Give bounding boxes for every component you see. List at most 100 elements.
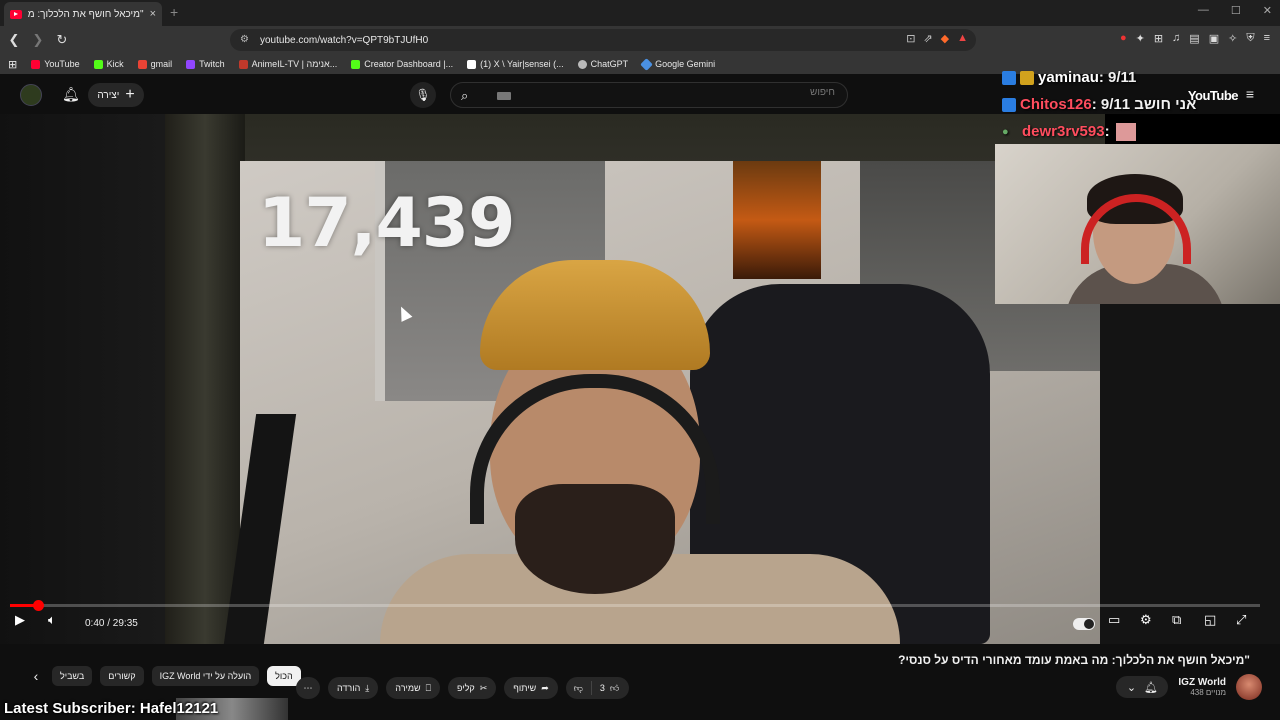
channel-avatar[interactable]: [1236, 674, 1262, 700]
create-button[interactable]: יצירה +: [88, 83, 144, 107]
clip-button[interactable]: קליפ ✂: [448, 677, 497, 699]
browser-toolbar: ❮ ❯ ↻ ⎕ ⚙ youtube.com/watch?v=QPT9bTJUfH…: [0, 26, 1280, 54]
menu-icon[interactable]: ≡: [1264, 32, 1270, 45]
maximize-button[interactable]: ☐: [1231, 4, 1241, 17]
search-input[interactable]: [535, 87, 835, 98]
apps-icon[interactable]: ⊞: [8, 58, 17, 71]
bookmark-gmail[interactable]: gmail: [137, 59, 172, 69]
share-icon[interactable]: ⇗: [923, 32, 932, 45]
notifications-bell-icon[interactable]: 🔔︎: [62, 86, 80, 103]
close-window-button[interactable]: ✕: [1263, 4, 1272, 17]
latest-subscriber-overlay: Latest Subscriber: Hafel12121: [4, 700, 219, 717]
chat-user: dewr3rv593: [1022, 123, 1105, 140]
vpn-icon[interactable]: ⛨: [1246, 32, 1254, 45]
sidebar-icon[interactable]: ▤: [1189, 32, 1199, 45]
chip-from-channel[interactable]: IGZ World הועלה על ידי: [151, 666, 260, 686]
progress-bar[interactable]: [10, 600, 1260, 611]
channel-name[interactable]: IGZ World: [1178, 677, 1226, 688]
chat-message: yaminau : 9/11: [1002, 64, 1192, 91]
related-chips: ‹ בשביל קשורים IGZ World הועלה על ידי הכ…: [28, 665, 301, 687]
share-arrow-icon: ➦: [541, 682, 549, 693]
search-box[interactable]: ⌕: [450, 82, 848, 108]
bookmark-kick[interactable]: Kick: [93, 59, 124, 69]
guide-menu-icon[interactable]: ≡: [1246, 86, 1254, 102]
browser-tab[interactable]: "מיכאל חושף את הלכלוך: מה באמ ×: [4, 2, 162, 26]
save-button[interactable]: שמירה ⎕: [386, 677, 441, 699]
media-icon[interactable]: ♫: [1172, 32, 1180, 45]
volume-icon[interactable]: 🔈︎: [48, 612, 56, 628]
chevron-left-icon[interactable]: ‹: [28, 668, 44, 684]
record-icon[interactable]: ●: [1120, 32, 1127, 45]
kick-icon: [93, 59, 103, 69]
gmail-icon: [137, 59, 147, 69]
address-bar-actions: ⊡ ⇗ ◆ ▲: [906, 32, 968, 45]
video-scene-poster: [733, 161, 821, 279]
chat-badge-icon: [1002, 97, 1016, 112]
video-ghost-figure: [165, 114, 245, 644]
bookmark-label: (1) X \ Yair|sensei (...: [480, 59, 564, 69]
ai-icon[interactable]: ✧: [1228, 32, 1237, 45]
chat-message: Chitos126 : אני חושב 9/11: [1002, 91, 1196, 118]
wallet-icon[interactable]: ▣: [1209, 32, 1219, 45]
bookmark-label: Kick: [106, 59, 124, 69]
x-icon: [467, 59, 477, 69]
fullscreen-icon[interactable]: ⤢: [1236, 612, 1246, 628]
chip-related[interactable]: קשורים: [100, 666, 144, 686]
download-button[interactable]: הורדה ⤓: [328, 677, 379, 699]
install-app-icon[interactable]: ⊡: [906, 32, 915, 45]
create-label: יצירה: [97, 89, 120, 101]
subscribed-button[interactable]: ⌄ 🔔︎: [1116, 676, 1169, 698]
chat-badge-icon: [1002, 70, 1016, 85]
share-button[interactable]: שיתוף ➦: [504, 677, 558, 699]
bookmark-chatgpt[interactable]: ChatGPT: [577, 59, 628, 69]
like-icon: 👍︎: [609, 682, 620, 693]
more-actions-icon[interactable]: ⋯: [296, 677, 320, 699]
bookmark-gemini[interactable]: Google Gemini: [640, 57, 716, 71]
rewards-icon[interactable]: ▲: [957, 32, 968, 45]
chip-for-you[interactable]: בשביל: [52, 666, 93, 686]
bookmark-youtube[interactable]: YouTube: [31, 59, 80, 69]
back-icon[interactable]: ❮: [4, 32, 24, 48]
scissors-icon: ✂: [479, 682, 488, 693]
forward-icon[interactable]: ❯: [28, 32, 48, 48]
bookmark-x[interactable]: (1) X \ Yair|sensei (...: [467, 59, 564, 69]
autoplay-toggle[interactable]: [1073, 618, 1095, 630]
video-right-panel: [1100, 304, 1280, 644]
shield-icon[interactable]: ◆: [941, 32, 949, 45]
like-button[interactable]: 3 👍︎: [590, 681, 629, 695]
cast-icon[interactable]: ◱: [1204, 612, 1216, 628]
animeil-icon: [238, 59, 248, 69]
tab-close-icon[interactable]: ×: [150, 8, 156, 20]
subtitles-icon[interactable]: ▭: [1108, 612, 1120, 628]
miniplayer-icon[interactable]: ⧉: [1172, 612, 1181, 628]
reload-icon[interactable]: ↻: [52, 32, 72, 48]
voice-search-icon[interactable]: 🎙︎: [410, 82, 436, 108]
bookmark-label: Google Gemini: [655, 59, 716, 69]
screenshot-icon[interactable]: ⊞: [1154, 32, 1163, 45]
download-icon: ⤓: [365, 682, 370, 693]
channel-info[interactable]: IGZ World 438 מנויים: [1178, 677, 1226, 697]
browser-tab-bar: "מיכאל חושף את הלכלוך: מה באמ × + — ☐ ✕: [0, 0, 1280, 26]
chat-text: : 9/11: [1098, 69, 1137, 86]
like-dislike-group: 👎︎ 3 👍︎: [565, 677, 630, 699]
minimize-button[interactable]: —: [1198, 4, 1209, 17]
streamer-webcam: [995, 144, 1280, 304]
extension-icon[interactable]: ✦: [1136, 32, 1145, 45]
bookmark-animeil[interactable]: AnimeIL-TV | אנימה...: [238, 59, 337, 69]
chat-badge-icon: ●: [1002, 125, 1009, 138]
account-avatar[interactable]: [20, 84, 42, 106]
settings-gear-icon[interactable]: ⚙: [1140, 612, 1152, 628]
search-icon[interactable]: ⌕: [461, 88, 468, 104]
play-icon[interactable]: ▶: [15, 612, 25, 628]
dislike-icon[interactable]: 👎︎: [566, 683, 591, 694]
download-label: הורדה: [337, 683, 361, 693]
video-left-panel: [0, 114, 165, 644]
keyboard-icon[interactable]: [497, 92, 511, 100]
chat-text: :: [1104, 123, 1110, 140]
site-info-icon[interactable]: ⚙: [240, 34, 249, 45]
bookmark-creator-dashboard[interactable]: Creator Dashboard |...: [351, 59, 453, 69]
address-bar[interactable]: ⚙ youtube.com/watch?v=QPT9bTJUfH0 ⊡ ⇗ ◆ …: [230, 29, 976, 51]
new-tab-button[interactable]: +: [170, 4, 178, 20]
bookmark-label: Twitch: [199, 59, 225, 69]
bookmark-twitch[interactable]: Twitch: [186, 59, 225, 69]
